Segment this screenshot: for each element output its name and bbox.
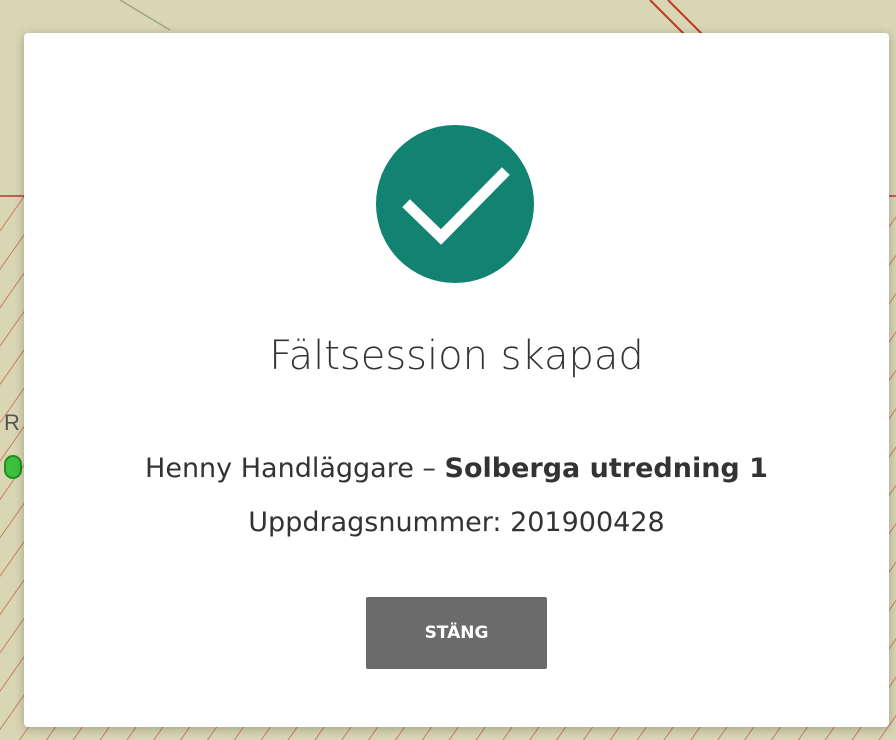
assignment-number: 201900428 (510, 507, 665, 538)
map-label: R (4, 410, 20, 435)
dialog-title: Fältsession skapad (269, 333, 644, 379)
success-dialog: Fältsession skapad Henny Handläggare – S… (24, 33, 889, 727)
assignment-label: Uppdragsnummer: (248, 507, 511, 538)
session-info: Henny Handläggare – Solberga utredning 1 (24, 453, 889, 484)
checkmark-icon (376, 125, 534, 283)
assignment-info: Uppdragsnummer: 201900428 (24, 507, 889, 538)
session-name: Solberga utredning 1 (444, 453, 768, 484)
separator: – (413, 453, 445, 484)
user-name: Henny Handläggare (145, 453, 414, 484)
map-marker-icon[interactable] (4, 455, 22, 479)
close-button[interactable]: STÄNG (366, 597, 547, 669)
